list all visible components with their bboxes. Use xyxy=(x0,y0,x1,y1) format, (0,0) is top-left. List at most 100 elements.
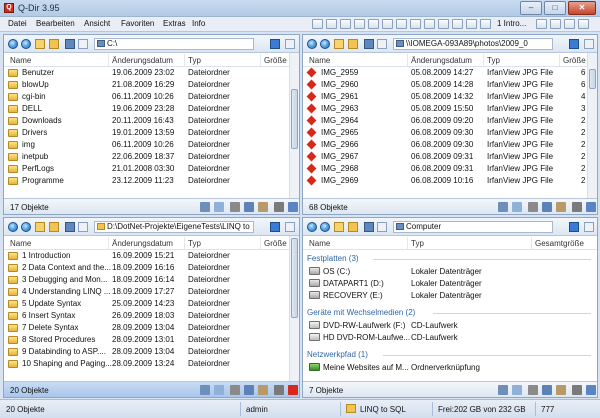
list-item[interactable]: 6 Insert Syntax 26.09.2009 18:03 Dateiordn… xyxy=(4,310,289,322)
dropdown-icon[interactable] xyxy=(285,39,295,49)
intro-dropdown[interactable]: 1 Intro... xyxy=(497,19,526,28)
column-total-size[interactable]: Gesamtgröße xyxy=(535,239,584,248)
paste-icon[interactable] xyxy=(258,202,268,212)
column-separator[interactable] xyxy=(184,237,185,249)
list-item[interactable]: 9 Databinding to ASP.... 28.09.2009 13:04… xyxy=(4,346,289,358)
paste-icon[interactable] xyxy=(556,385,566,395)
list-item[interactable]: IMG_2963 05.08.2009 15:50 IrfanView JPG Fi… xyxy=(303,103,587,115)
object-count[interactable]: 17 Objekte xyxy=(10,203,49,212)
properties-icon[interactable] xyxy=(586,385,596,395)
layout-7-icon[interactable] xyxy=(396,19,407,29)
vertical-scrollbar[interactable] xyxy=(587,53,597,198)
list-item[interactable]: PerfLogs 21.01.2008 03:30 Dateiordner xyxy=(4,163,289,175)
column-name[interactable]: Name xyxy=(309,56,330,65)
dropdown-icon[interactable] xyxy=(584,39,594,49)
object-count[interactable]: 20 Objekte xyxy=(10,386,49,395)
layout-8-icon[interactable] xyxy=(410,19,421,29)
paste-icon[interactable] xyxy=(258,385,268,395)
column-name[interactable]: Name xyxy=(10,56,31,65)
column-separator[interactable] xyxy=(108,54,109,66)
column-date[interactable]: Änderungsdatum xyxy=(112,239,173,248)
menu-extras[interactable]: Extras xyxy=(163,19,186,28)
vertical-scrollbar[interactable] xyxy=(289,53,299,198)
list-item[interactable]: 5 Update Syntax 25.09.2009 14:23 Dateiordn… xyxy=(4,298,289,310)
list-item[interactable]: DVD-RW-Laufwerk (F:) CD-Laufwerk xyxy=(303,320,597,332)
column-separator[interactable] xyxy=(407,54,408,66)
new-folder-icon[interactable] xyxy=(348,222,358,232)
address-bar[interactable]: Computer xyxy=(393,221,553,233)
new-folder-icon[interactable] xyxy=(348,39,358,49)
group-header[interactable]: Geräte mit Wechselmedien (2) xyxy=(307,308,415,317)
list-item[interactable]: Benutzer 19.06.2009 23:02 Dateiordner xyxy=(4,67,289,79)
list-item[interactable]: IMG_2964 06.08.2009 09:20 IrfanView JPG Fi… xyxy=(303,115,587,127)
layout-2-icon[interactable] xyxy=(326,19,337,29)
copy-icon[interactable] xyxy=(542,385,552,395)
computer-icon[interactable] xyxy=(569,39,579,49)
layout-9-icon[interactable] xyxy=(424,19,435,29)
list-item[interactable]: IMG_2960 05.08.2009 14:28 IrfanView JPG Fi… xyxy=(303,79,587,91)
rename-icon[interactable] xyxy=(274,385,284,395)
list-item[interactable]: Drivers 19.01.2009 13:59 Dateiordner xyxy=(4,127,289,139)
column-type[interactable]: Typ xyxy=(411,239,424,248)
list-item[interactable]: 3 Debugging and Mon... 18.09.2009 16:14 Da… xyxy=(4,274,289,286)
properties-icon[interactable] xyxy=(586,202,596,212)
view-dropdown-icon[interactable] xyxy=(377,222,387,232)
view-dropdown-icon[interactable] xyxy=(377,39,387,49)
column-separator[interactable] xyxy=(184,54,185,66)
menu-datei[interactable]: Datei xyxy=(8,19,27,28)
list-item[interactable]: Downloads 20.11.2009 16:43 Dateiordner xyxy=(4,115,289,127)
filter-icon[interactable] xyxy=(200,385,210,395)
column-type[interactable]: Typ xyxy=(487,56,500,65)
group-header[interactable]: Netzwerkpfad (1) xyxy=(307,350,368,359)
column-date[interactable]: Änderungsdatum xyxy=(112,56,173,65)
list-item[interactable]: Programme 23.12.2009 11:23 Dateiordner xyxy=(4,175,289,187)
list-item[interactable]: img 06.11.2009 10:26 Dateiordner xyxy=(4,139,289,151)
column-separator[interactable] xyxy=(260,54,261,66)
column-separator[interactable] xyxy=(407,237,408,249)
list-item[interactable]: 2 Data Context and the... 18.09.2009 16:1… xyxy=(4,262,289,274)
copy-icon[interactable] xyxy=(244,202,254,212)
q-dir-app-icon[interactable]: Q xyxy=(4,3,14,13)
tabs-icon[interactable] xyxy=(480,19,491,29)
sync-icon[interactable] xyxy=(512,202,522,212)
object-count[interactable]: 68 Objekte xyxy=(309,203,348,212)
close-button[interactable]: ✕ xyxy=(568,1,596,15)
forward-arrow-icon[interactable]: › xyxy=(21,222,31,232)
vertical-scrollbar[interactable] xyxy=(289,236,299,381)
list-item[interactable]: IMG_2968 06.08.2009 09:31 IrfanView JPG Fi… xyxy=(303,163,587,175)
list-item[interactable]: IMG_2967 06.08.2009 09:31 IrfanView JPG Fi… xyxy=(303,151,587,163)
minimize-button[interactable]: – xyxy=(520,1,542,15)
column-size[interactable]: Größe xyxy=(563,56,586,65)
help-icon[interactable] xyxy=(564,19,575,29)
column-size[interactable]: Größe xyxy=(264,56,287,65)
dropdown-icon[interactable] xyxy=(584,222,594,232)
copy-icon[interactable] xyxy=(244,385,254,395)
menu-favoriten[interactable]: Favoriten xyxy=(121,19,154,28)
list-item[interactable]: 10 Shaping and Paging... 28.09.2009 13:24… xyxy=(4,358,289,370)
maximize-button[interactable]: □ xyxy=(544,1,566,15)
list-item[interactable]: IMG_2969 06.08.2009 10:16 IrfanView JPG Fi… xyxy=(303,175,587,187)
rename-icon[interactable] xyxy=(572,385,582,395)
cut-icon[interactable] xyxy=(528,202,538,212)
view-icon[interactable] xyxy=(364,39,374,49)
list-item[interactable]: cgi-bin 06.11.2009 10:26 Dateiordner xyxy=(4,91,289,103)
view-dropdown-icon[interactable] xyxy=(78,222,88,232)
dropdown-icon[interactable] xyxy=(285,222,295,232)
folder-up-icon[interactable] xyxy=(334,222,344,232)
address-bar[interactable]: C:\ xyxy=(94,38,254,50)
list-item[interactable]: IMG_2961 05.08.2009 14:32 IrfanView JPG Fi… xyxy=(303,91,587,103)
folder-up-icon[interactable] xyxy=(334,39,344,49)
column-separator[interactable] xyxy=(483,54,484,66)
list-item[interactable]: IMG_2966 06.08.2009 09:30 IrfanView JPG Fi… xyxy=(303,139,587,151)
rename-icon[interactable] xyxy=(572,202,582,212)
copy-icon[interactable] xyxy=(542,202,552,212)
list-item[interactable]: inetpub 22.06.2009 18:37 Dateiordner xyxy=(4,151,289,163)
list-item[interactable]: Meine Websites auf M... Ordnerverknüpfung xyxy=(303,362,597,374)
favorites-icon[interactable] xyxy=(536,19,547,29)
folder-up-icon[interactable] xyxy=(35,222,45,232)
column-name[interactable]: Name xyxy=(309,239,330,248)
list-item[interactable]: RECOVERY (E:) Lokaler Datenträger xyxy=(303,290,597,302)
forward-arrow-icon[interactable]: › xyxy=(320,39,330,49)
forward-arrow-icon[interactable]: › xyxy=(21,39,31,49)
column-date[interactable]: Änderungsdatum xyxy=(411,56,472,65)
